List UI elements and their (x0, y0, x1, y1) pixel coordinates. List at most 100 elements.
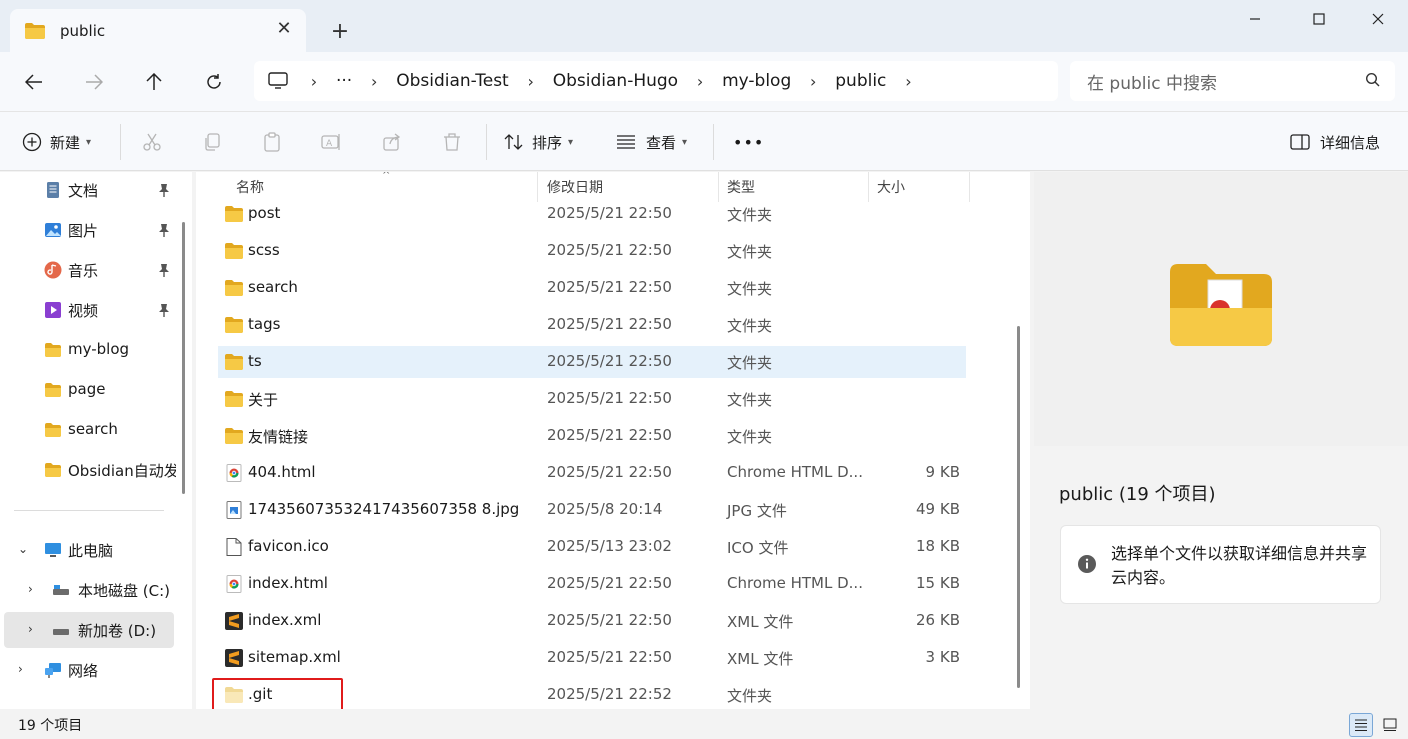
chevron-right-icon[interactable]: › (18, 662, 23, 676)
nav-item-label: my-blog (68, 340, 130, 358)
nav-scrollbar[interactable] (182, 222, 185, 494)
sort-label: 排序 (532, 133, 563, 152)
nav-item-pictures[interactable]: 图片 (0, 212, 176, 248)
file-type: XML 文件 (727, 650, 794, 668)
file-list-scrollbar[interactable] (1017, 326, 1020, 688)
folder-icon (45, 463, 61, 477)
file-date: 2025/5/21 22:50 (547, 278, 672, 296)
breadcrumb-separator-icon[interactable]: › (894, 72, 922, 91)
file-row[interactable]: sitemap.xml 2025/5/21 22:50 XML 文件 3 KB (218, 642, 966, 674)
share-icon[interactable] (378, 128, 406, 156)
file-row[interactable]: favicon.ico 2025/5/13 23:02 ICO 文件 18 KB (218, 531, 966, 563)
tab-label: public (60, 21, 106, 40)
search-icon[interactable] (1365, 72, 1381, 88)
minimize-icon[interactable] (1235, 6, 1275, 32)
up-icon[interactable] (138, 66, 170, 98)
file-row[interactable]: search 2025/5/21 22:50 文件夹 (218, 272, 966, 304)
folder-icon (224, 427, 244, 445)
tiles-view-icon[interactable] (1378, 713, 1402, 737)
nav-item-search[interactable]: search (0, 412, 176, 448)
pin-icon[interactable] (158, 263, 170, 277)
copy-icon[interactable] (198, 128, 226, 156)
pin-icon[interactable] (158, 183, 170, 197)
nav-item-obsidian-auto[interactable]: Obsidian自动发 (0, 452, 176, 488)
nav-item-drive-d[interactable]: › 新加卷 (D:) (4, 612, 174, 648)
file-type: Chrome HTML D... (727, 463, 863, 481)
sort-button[interactable]: 排序 ▾ (504, 126, 573, 158)
file-row[interactable]: post 2025/5/21 22:50 文件夹 (218, 198, 966, 230)
file-type: XML 文件 (727, 613, 794, 631)
back-icon[interactable] (18, 66, 50, 98)
this-pc-icon (45, 543, 61, 557)
breadcrumb-separator-icon[interactable]: › (799, 72, 827, 91)
new-button[interactable]: 新建 ▾ (22, 126, 91, 158)
breadcrumb-separator-icon[interactable]: › (686, 72, 714, 91)
nav-item-documents[interactable]: 文档 (0, 172, 176, 208)
pin-icon[interactable] (158, 303, 170, 317)
file-type: 文件夹 (727, 687, 773, 705)
refresh-icon[interactable] (198, 66, 230, 98)
file-name: favicon.ico (248, 537, 329, 555)
file-row[interactable]: 关于 2025/5/21 22:50 文件夹 (218, 383, 966, 415)
file-row[interactable]: 友情链接 2025/5/21 22:50 文件夹 (218, 420, 966, 452)
forward-icon[interactable] (78, 66, 110, 98)
nav-item-network[interactable]: › 网络 (0, 652, 176, 688)
breadcrumb-separator-icon[interactable]: › (300, 72, 328, 91)
breadcrumb-item-my-blog[interactable]: my-blog (714, 71, 799, 91)
view-button[interactable]: 查看 ▾ (616, 126, 687, 158)
file-row[interactable]: index.html 2025/5/21 22:50 Chrome HTML D..… (218, 568, 966, 600)
rename-icon[interactable]: A (318, 128, 346, 156)
folder-icon (224, 279, 244, 297)
nav-item-page[interactable]: page (0, 372, 176, 408)
chevron-down-icon[interactable]: ⌄ (18, 542, 28, 556)
nav-item-this-pc[interactable]: ⌄ 此电脑 (0, 532, 176, 568)
new-label: 新建 (50, 133, 81, 152)
file-row[interactable]: index.xml 2025/5/21 22:50 XML 文件 26 KB (218, 605, 966, 637)
folder-icon (224, 353, 244, 371)
details-view-icon[interactable] (1349, 713, 1373, 737)
breadcrumb-item-obsidian-test[interactable]: Obsidian-Test (388, 71, 517, 91)
paste-icon[interactable] (258, 128, 286, 156)
delete-icon[interactable] (438, 128, 466, 156)
nav-item-my-blog[interactable]: my-blog (0, 332, 176, 368)
title-bar: public ✕ + (0, 0, 1408, 52)
chrome-icon (224, 464, 244, 482)
new-tab-icon[interactable]: + (326, 18, 354, 46)
close-window-icon[interactable] (1358, 6, 1398, 32)
file-date: 2025/5/21 22:50 (547, 204, 672, 222)
pin-icon[interactable] (158, 223, 170, 237)
file-name: post (248, 204, 281, 222)
maximize-icon[interactable] (1299, 6, 1339, 32)
breadcrumb-separator-icon[interactable]: › (360, 72, 388, 91)
file-row[interactable]: 404.html 2025/5/21 22:50 Chrome HTML D... 9… (218, 457, 966, 489)
cut-icon[interactable] (138, 128, 166, 156)
breadcrumb[interactable]: › ··· › Obsidian-Test › Obsidian-Hugo › … (254, 61, 1058, 101)
nav-item-music[interactable]: 音乐 (0, 252, 176, 288)
breadcrumb-separator-icon[interactable]: › (517, 72, 545, 91)
details-button[interactable]: 详细信息 (1290, 126, 1380, 158)
file-row[interactable]: tags 2025/5/21 22:50 文件夹 (218, 309, 966, 341)
file-icon (224, 538, 244, 556)
nav-item-label: Obsidian自动发 (68, 462, 176, 480)
search-input[interactable]: 在 public 中搜索 (1070, 61, 1395, 101)
chevron-right-icon[interactable]: › (28, 622, 33, 636)
nav-item-drive-c[interactable]: › 本地磁盘 (C:) (0, 572, 176, 608)
chevron-right-icon[interactable]: › (28, 582, 33, 596)
file-row[interactable]: scss 2025/5/21 22:50 文件夹 (218, 235, 966, 267)
more-options-icon[interactable]: ••• (733, 126, 764, 158)
close-tab-icon[interactable]: ✕ (274, 19, 294, 39)
info-icon (1078, 555, 1096, 573)
view-list-icon (617, 135, 635, 149)
breadcrumb-item-public[interactable]: public (827, 71, 894, 91)
breadcrumb-item-obsidian-hugo[interactable]: Obsidian-Hugo (545, 71, 686, 91)
file-name: ts (248, 352, 262, 370)
computer-icon (268, 72, 288, 89)
file-row[interactable]: ts 2025/5/21 22:50 文件夹 (218, 346, 966, 378)
breadcrumb-more[interactable]: ··· (328, 71, 360, 91)
folder-icon (45, 423, 61, 437)
file-date: 2025/5/21 22:50 (547, 389, 672, 407)
details-preview (1034, 172, 1408, 446)
file-row[interactable]: 174356073532417435607358 8.jpg 2025/5/8 2… (218, 494, 966, 526)
tab-public[interactable]: public ✕ (10, 9, 306, 52)
nav-item-videos[interactable]: 视频 (0, 292, 176, 328)
